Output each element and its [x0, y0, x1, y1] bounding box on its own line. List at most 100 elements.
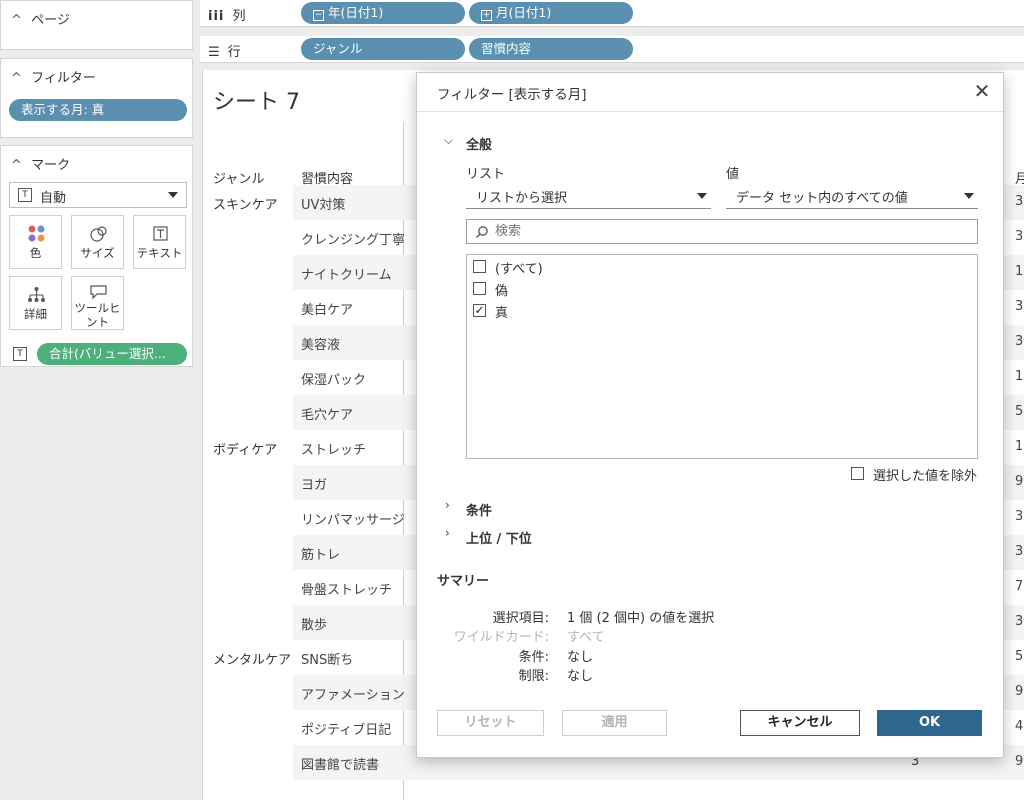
list-mode-select[interactable]: リストから選択 — [466, 185, 711, 209]
habit-cell: 筋トレ — [301, 548, 341, 563]
detail-button[interactable]: 詳細 — [9, 276, 62, 330]
row-pill-habit[interactable]: 習慣内容 — [469, 38, 633, 60]
columns-icon: iii — [208, 9, 225, 24]
pages-panel: ^ ページ — [0, 0, 193, 50]
pages-panel-header[interactable]: ^ ページ — [11, 9, 70, 28]
tooltip-label-line1: ツールヒ — [74, 301, 121, 315]
value-cell: 3 — [1015, 614, 1024, 629]
mark-type-dropdown[interactable]: T 自動 — [9, 182, 187, 208]
option-all-label: (すべて) — [495, 262, 543, 277]
dialog-title: フィルター [表示する月] — [437, 87, 587, 103]
value-cell: 3 — [1015, 229, 1024, 244]
value-cell: 3 — [1015, 194, 1024, 209]
rows-icon: ☰ — [208, 45, 220, 60]
summary-value: なし — [567, 650, 594, 665]
chevron-down-icon[interactable]: ⌵ — [444, 133, 453, 148]
value-label: 値 — [726, 167, 740, 182]
size-button[interactable]: サイズ — [71, 215, 124, 269]
collapse-caret-icon: ^ — [11, 158, 22, 173]
color-button-label: 色 — [29, 246, 42, 260]
habit-cell: アファメーション — [301, 688, 405, 703]
text-button[interactable]: テキスト — [133, 215, 186, 269]
apply-button[interactable]: 適用 — [562, 710, 667, 736]
value-scope-select[interactable]: データ セット内のすべての値 — [726, 185, 978, 209]
summary-key: 制限: — [518, 669, 549, 684]
option-false-label: 偽 — [495, 284, 509, 299]
filter-dialog: フィルター [表示する月] ✕ ⌵ 全般 リスト リストから選択 値 データ セ… — [416, 72, 1004, 758]
column-pill-month[interactable]: + 月(日付1) — [469, 2, 633, 24]
dialog-title-bar: フィルター [表示する月] ✕ — [417, 73, 1003, 112]
marks-text-pill[interactable]: 合計(バリュー選択... — [37, 343, 187, 365]
checkbox-all[interactable] — [473, 260, 486, 273]
search-box — [466, 219, 978, 244]
list-label: リスト — [466, 167, 506, 182]
rows-shelf-label: ☰ 行 — [208, 41, 241, 60]
expand-plus-icon: + — [481, 10, 492, 21]
habit-cell: 図書館で読書 — [301, 758, 380, 773]
tooltip-label-line2: ント — [86, 315, 109, 329]
habit-cell: クレンジング丁寧 — [301, 233, 406, 248]
checkbox-false[interactable] — [473, 282, 486, 295]
habit-cell: 散歩 — [301, 618, 328, 633]
value-cell: 9 — [1015, 474, 1024, 489]
search-input[interactable] — [495, 221, 965, 241]
filters-panel: ^ フィルター 表示する月: 真 — [0, 58, 193, 138]
marks-panel-header[interactable]: ^ マーク — [11, 154, 70, 173]
chevron-right-icon[interactable]: › — [445, 526, 450, 540]
tooltip-button-label: ツールヒ ント — [72, 301, 123, 329]
size-button-label: サイズ — [80, 246, 115, 260]
habit-cell: ポジティブ日記 — [301, 723, 392, 738]
summary-title: サマリー — [437, 574, 490, 589]
tooltip-button[interactable]: ツールヒ ント — [71, 276, 124, 330]
detail-hierarchy-icon — [28, 287, 45, 302]
list-mode-value: リストから選択 — [476, 191, 568, 206]
value-cell: 9 — [1015, 684, 1024, 699]
search-icon — [476, 226, 488, 238]
text-icon — [153, 226, 168, 241]
habit-cell: 保湿パック — [301, 373, 367, 388]
columns-label-text: 列 — [232, 9, 246, 24]
habit-cell: UV対策 — [301, 198, 346, 213]
dropdown-arrow-icon — [697, 193, 707, 199]
habit-cell: 骨盤ストレッチ — [301, 583, 393, 598]
cancel-button[interactable]: キャンセル — [740, 710, 860, 736]
value-cell: 3 — [1015, 334, 1024, 349]
collapse-caret-icon: ^ — [11, 71, 22, 86]
exclude-label: 選択した値を除外 — [873, 469, 978, 484]
mark-type-value: 自動 — [40, 191, 67, 206]
habit-cell: SNS断ち — [301, 653, 354, 668]
filters-panel-header[interactable]: ^ フィルター — [11, 67, 96, 86]
summary-key: 条件: — [518, 650, 549, 665]
collapse-minus-icon: − — [313, 10, 324, 21]
genre-cell: スキンケア — [213, 198, 278, 213]
checkbox-exclude[interactable] — [851, 467, 864, 480]
value-cell: 7 — [1015, 579, 1024, 594]
summary-value: なし — [567, 669, 594, 684]
column-header-genre: ジャンル — [213, 172, 265, 187]
rows-label-text: 行 — [227, 45, 241, 60]
exclude-option[interactable]: 選択した値を除外 — [851, 465, 981, 484]
column-pill-month-label: 月(日付1) — [496, 5, 552, 20]
close-icon[interactable]: ✕ — [971, 80, 993, 102]
values-list: (すべて) 偽 ✓ 真 — [466, 254, 978, 459]
checkbox-true[interactable]: ✓ — [473, 304, 486, 317]
ok-button[interactable]: OK — [877, 710, 982, 736]
section-condition[interactable]: 条件 — [466, 500, 492, 519]
value-scope-value: データ セット内のすべての値 — [736, 191, 908, 206]
section-general[interactable]: 全般 — [466, 134, 492, 153]
sheet-title: シート 7 — [213, 90, 300, 115]
summary-value: すべて — [567, 630, 605, 645]
color-button[interactable]: 色 — [9, 215, 62, 269]
chevron-right-icon[interactable]: › — [445, 498, 450, 512]
filter-pill-display-month[interactable]: 表示する月: 真 — [9, 99, 187, 121]
section-top-bottom[interactable]: 上位 / 下位 — [466, 528, 532, 547]
columns-shelf-label: iii 列 — [208, 5, 246, 24]
habit-cell: ナイトクリーム — [301, 268, 392, 283]
collapse-caret-icon: ^ — [11, 13, 22, 28]
habit-cell: リンパマッサージ — [301, 513, 405, 528]
reset-button[interactable]: リセット — [437, 710, 544, 736]
row-pill-genre[interactable]: ジャンル — [301, 38, 465, 60]
value-cell: 1 — [1015, 369, 1024, 384]
value-cell: 1 — [1015, 439, 1024, 454]
column-pill-year[interactable]: − 年(日付1) — [301, 2, 465, 24]
